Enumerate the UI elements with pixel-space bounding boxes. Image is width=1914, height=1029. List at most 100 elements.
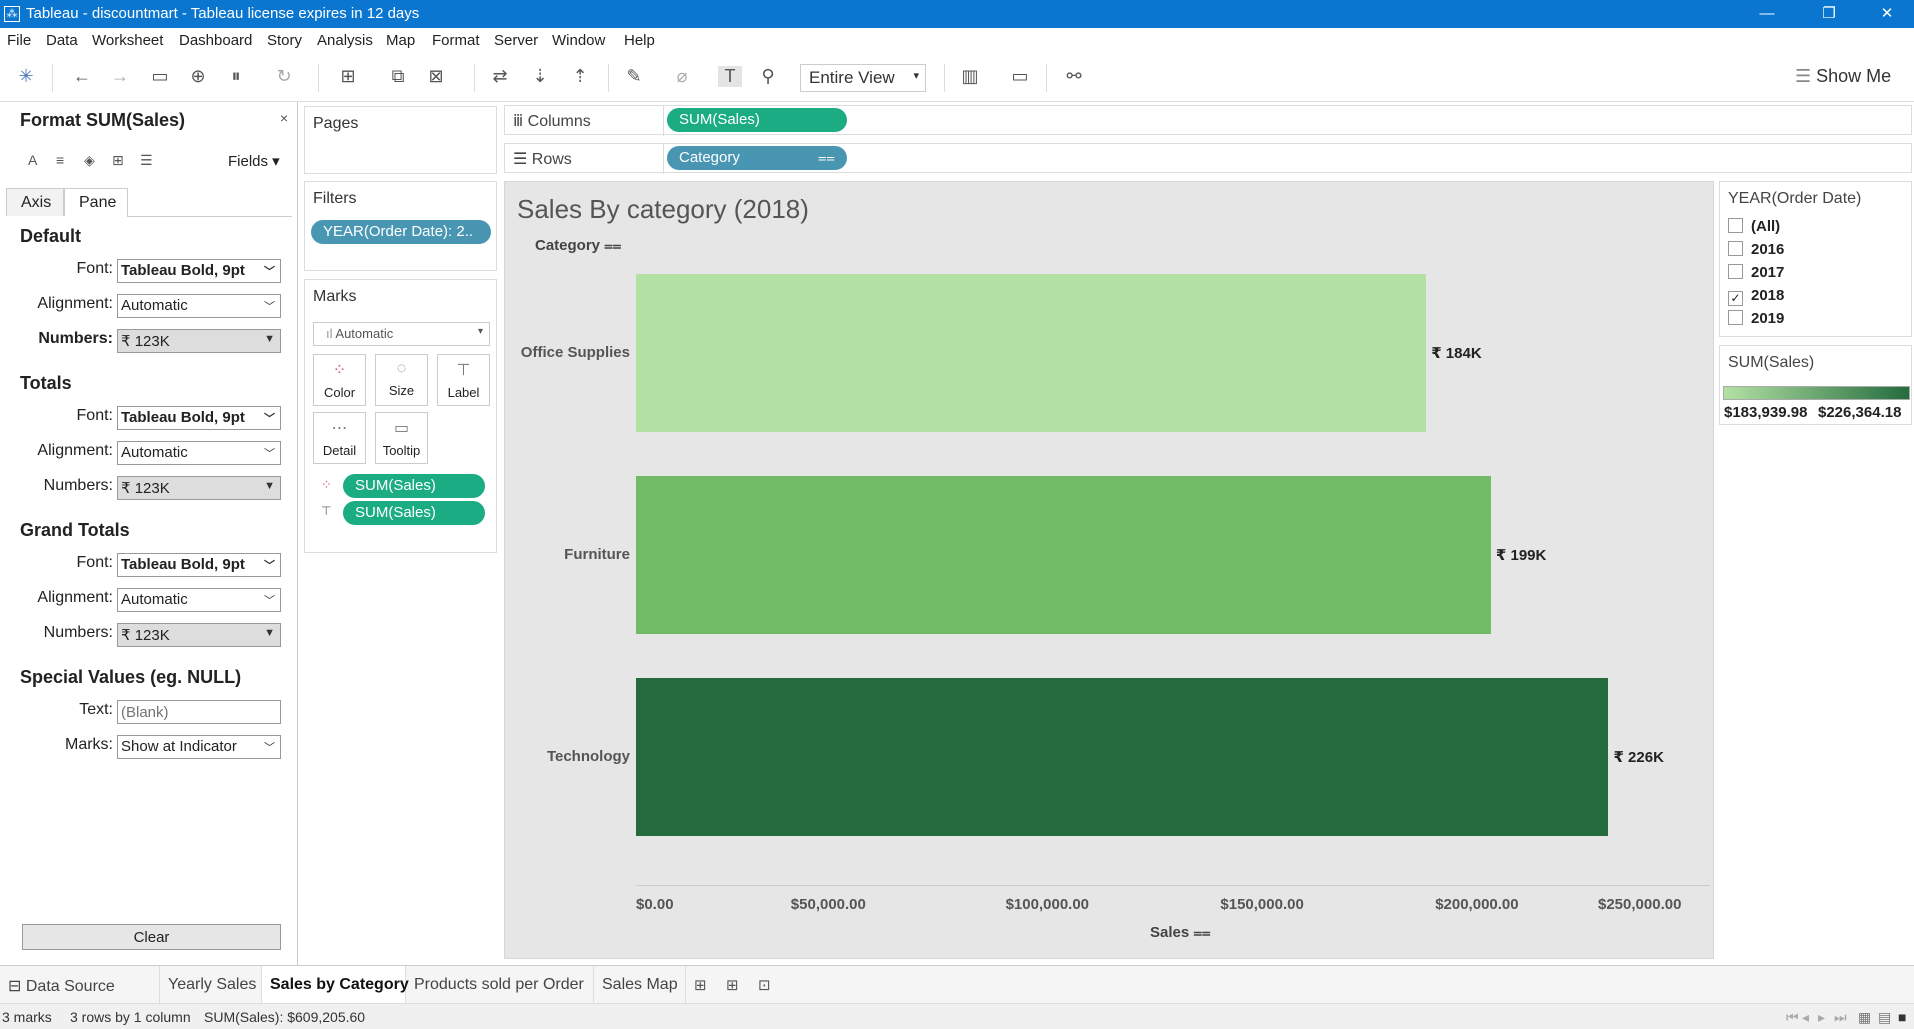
menu-help[interactable]: Help <box>624 32 655 49</box>
menu-server[interactable]: Server <box>494 32 538 49</box>
mark-pill-color[interactable]: SUM(Sales) <box>343 474 485 498</box>
fix-axes-icon[interactable]: ⚲ <box>756 66 780 87</box>
share-icon[interactable]: ⚯ <box>1062 66 1086 87</box>
borders-icon[interactable]: ⊞ <box>112 152 140 169</box>
category-label-furniture[interactable]: Furniture <box>505 546 630 563</box>
new-story-icon[interactable]: ⊡ <box>758 976 771 994</box>
minimize-button[interactable]: — <box>1744 2 1790 26</box>
row-header-category[interactable]: Category ⩵ <box>535 237 621 254</box>
highlight-icon[interactable]: ✎ <box>622 66 646 87</box>
tab-data-source[interactable]: ⊟ Data Source <box>0 966 160 1004</box>
new-dashboard-icon[interactable]: ⊞ <box>726 976 739 994</box>
close-button[interactable]: ✕ <box>1864 2 1910 26</box>
new-datasource-icon[interactable]: ⊕ <box>186 66 210 87</box>
new-worksheet-icon[interactable]: ⊞ <box>336 66 360 87</box>
menu-analysis[interactable]: Analysis <box>317 32 373 49</box>
show-labels-icon[interactable]: T <box>718 66 742 87</box>
alignment-icon[interactable]: ≡ <box>56 152 84 168</box>
columns-pill-sum-sales[interactable]: SUM(Sales) <box>667 108 847 132</box>
clear-sheet-icon[interactable]: ⊠ <box>424 66 448 87</box>
grand-totals-numbers-select[interactable]: ₹ 123K ▼ <box>117 623 281 647</box>
tab-products-sold-per-order[interactable]: Products sold per Order <box>406 966 594 1004</box>
mark-type-select[interactable]: ıl Automatic ▾ <box>313 322 490 346</box>
menu-dashboard[interactable]: Dashboard <box>179 32 252 49</box>
sort-desc-icon[interactable]: ⇡ <box>568 66 592 87</box>
category-label-office-supplies[interactable]: Office Supplies <box>505 344 630 361</box>
filters-card[interactable]: Filters YEAR(Order Date): 2.. <box>304 181 497 271</box>
swap-icon[interactable]: ⇄ <box>488 66 512 87</box>
category-label-technology[interactable]: Technology <box>505 748 630 765</box>
mark-pill-label[interactable]: SUM(Sales) <box>343 501 485 525</box>
checkbox-icon[interactable] <box>1728 218 1743 233</box>
filter-pill-year[interactable]: YEAR(Order Date): 2.. <box>311 220 491 244</box>
font-icon[interactable]: A <box>28 152 56 168</box>
menu-story[interactable]: Story <box>267 32 302 49</box>
restore-button[interactable]: ❐ <box>1806 2 1852 26</box>
filmstrip-view-icon[interactable]: ■ <box>1898 1009 1906 1025</box>
totals-alignment-select[interactable]: Automatic ﹀ <box>117 441 281 465</box>
menu-format[interactable]: Format <box>432 32 480 49</box>
year-filter-item-2018[interactable]: ✓ 2018 <box>1728 287 1784 306</box>
menu-worksheet[interactable]: Worksheet <box>92 32 163 49</box>
tab-pane[interactable]: Pane <box>64 188 128 216</box>
year-filter-item-all[interactable]: (All) <box>1728 218 1780 235</box>
year-filter-item-2019[interactable]: 2019 <box>1728 310 1784 327</box>
menu-map[interactable]: Map <box>386 32 415 49</box>
show-cards-icon[interactable]: ▥ <box>958 66 982 87</box>
duplicate-icon[interactable]: ⧉ <box>386 66 410 87</box>
tableau-logo-icon[interactable]: ✳ <box>14 66 38 87</box>
bar-technology[interactable] <box>636 678 1609 836</box>
tab-sales-by-category[interactable]: Sales by Category <box>262 966 409 1004</box>
checkbox-icon[interactable] <box>1728 310 1743 325</box>
default-numbers-select[interactable]: ₹ 123K ▼ <box>117 329 281 353</box>
new-worksheet-icon[interactable]: ⊞ <box>694 976 707 994</box>
default-alignment-select[interactable]: Automatic ﹀ <box>117 294 281 318</box>
shading-icon[interactable]: ◈ <box>84 152 112 169</box>
bar-furniture[interactable] <box>636 476 1491 634</box>
rows-shelf[interactable]: ☰ Rows Category ⩵ <box>504 143 1912 174</box>
color-button[interactable]: ⁘ Color <box>313 354 366 406</box>
bar-office-supplies[interactable] <box>636 274 1427 432</box>
tab-axis[interactable]: Axis <box>6 188 64 216</box>
fields-dropdown[interactable]: Fields ▾ <box>228 152 280 170</box>
pages-card[interactable]: Pages <box>304 106 497 174</box>
special-marks-select[interactable]: Show at Indicator ﹀ <box>117 735 281 759</box>
tooltip-button[interactable]: ▭ Tooltip <box>375 412 428 464</box>
undo-icon[interactable]: ← <box>70 66 94 87</box>
rows-pill-category[interactable]: Category ⩵ <box>667 146 847 170</box>
menu-data[interactable]: Data <box>46 32 78 49</box>
nav-last-icon[interactable]: ⏭ <box>1834 1009 1847 1026</box>
pause-updates-icon[interactable]: ⏸ <box>224 66 248 87</box>
fit-select[interactable]: Entire View ▾ <box>800 64 926 92</box>
list-view-icon[interactable]: ▤ <box>1878 1009 1891 1026</box>
redo-icon[interactable]: → <box>108 66 132 87</box>
sort-asc-icon[interactable]: ⇣ <box>528 66 552 87</box>
x-axis-title[interactable]: Sales ⩵ <box>1150 924 1211 941</box>
grid-view-icon[interactable]: ▦ <box>1858 1009 1871 1026</box>
totals-font-select[interactable]: Tableau Bold, 9pt ﹀ <box>117 406 281 430</box>
totals-numbers-select[interactable]: ₹ 123K ▼ <box>117 476 281 500</box>
year-filter-item-2016[interactable]: 2016 <box>1728 241 1784 258</box>
default-font-select[interactable]: Tableau Bold, 9pt ﹀ <box>117 259 281 283</box>
nav-prev-icon[interactable]: ◂ <box>1802 1009 1809 1026</box>
checkbox-checked-icon[interactable]: ✓ <box>1728 291 1743 306</box>
tab-yearly-sales[interactable]: Yearly Sales <box>160 966 262 1004</box>
nav-first-icon[interactable]: ⏮ <box>1786 1009 1799 1026</box>
grand-totals-font-select[interactable]: Tableau Bold, 9pt ﹀ <box>117 553 281 577</box>
clear-button[interactable]: Clear <box>22 924 281 950</box>
show-me-button[interactable]: ☰ Show Me <box>1795 66 1891 87</box>
size-button[interactable]: ◌ Size <box>375 354 428 406</box>
nav-next-icon[interactable]: ▸ <box>1818 1009 1825 1026</box>
label-button[interactable]: ⊤ Label <box>437 354 490 406</box>
detail-button[interactable]: ⋯ Detail <box>313 412 366 464</box>
group-icon[interactable]: ⌀ <box>670 66 694 87</box>
checkbox-icon[interactable] <box>1728 241 1743 256</box>
close-icon[interactable]: × <box>280 110 288 126</box>
grand-totals-alignment-select[interactable]: Automatic ﹀ <box>117 588 281 612</box>
year-filter-item-2017[interactable]: 2017 <box>1728 264 1784 281</box>
tab-sales-map[interactable]: Sales Map <box>594 966 686 1004</box>
lines-icon[interactable]: ☰ <box>140 152 168 169</box>
refresh-icon[interactable]: ↻ <box>272 66 296 87</box>
columns-shelf[interactable]: ⅲ Columns SUM(Sales) <box>504 105 1912 136</box>
checkbox-icon[interactable] <box>1728 264 1743 279</box>
